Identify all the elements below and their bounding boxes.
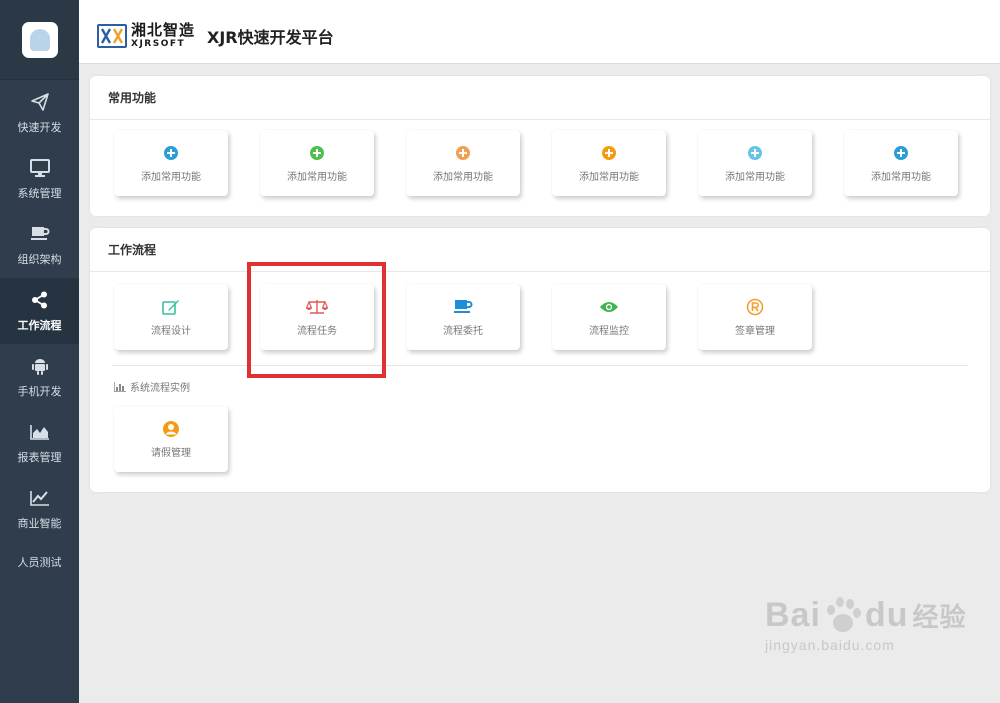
header: 湘北智造 XJRSOFT XJR快速开发平台 xyxy=(79,8,1000,64)
subsection-label: 系统流程实例 xyxy=(130,383,190,394)
sidebar-item-label: 人员测试 xyxy=(17,556,62,569)
sidebar-item-system[interactable]: 系统管理 xyxy=(0,146,79,212)
paper-plane-icon xyxy=(30,91,49,113)
coffee-cup-icon xyxy=(453,298,473,316)
tile-label: 添加常用功能 xyxy=(725,171,785,183)
tile-label: 签章管理 xyxy=(735,325,775,337)
add-icon xyxy=(310,145,324,160)
sidebar-item-reports[interactable]: 报表管理 xyxy=(0,410,79,476)
top-strip xyxy=(79,0,1000,8)
app-logo[interactable] xyxy=(21,21,58,58)
add-icon xyxy=(894,145,908,160)
sidebar-logo-area xyxy=(0,0,79,80)
add-icon xyxy=(164,145,178,160)
tile-label: 添加常用功能 xyxy=(287,171,347,183)
platform-title: XJR快速开发平台 xyxy=(207,27,334,47)
sidebar: 快速开发 系统管理 组织架构 工作流程 手机开发 报表管理 商业智能 人员测试 xyxy=(0,0,79,703)
add-icon xyxy=(602,145,616,160)
baidu-watermark: Bai du 经验 jingyan.baidu.com xyxy=(765,595,967,654)
brand-text: 湘北智造 XJRSOFT xyxy=(131,20,196,49)
workflow-panel: 工作流程 流程设计 流程任务 流程委托 流程监控 签章管理 系统流程实例 请假管… xyxy=(90,228,990,492)
add-common-function-button[interactable]: 添加常用功能 xyxy=(552,130,666,196)
add-common-function-button[interactable]: 添加常用功能 xyxy=(406,130,520,196)
bar-chart-icon xyxy=(114,381,126,392)
tile-label: 添加常用功能 xyxy=(579,171,639,183)
add-common-function-button[interactable]: 添加常用功能 xyxy=(260,130,374,196)
workflow-design-tile[interactable]: 流程设计 xyxy=(114,284,228,350)
panel-title: 工作流程 xyxy=(90,228,990,272)
watermark-url: jingyan.baidu.com xyxy=(765,637,895,653)
add-common-function-button[interactable]: 添加常用功能 xyxy=(698,130,812,196)
tile-label: 添加常用功能 xyxy=(871,171,931,183)
tile-label: 添加常用功能 xyxy=(141,171,201,183)
user-circle-icon xyxy=(162,420,180,438)
subsection-title: 系统流程实例 xyxy=(114,379,190,394)
signature-management-tile[interactable]: 签章管理 xyxy=(698,284,812,350)
brand-name-en: XJRSOFT xyxy=(131,38,186,49)
sidebar-item-org[interactable]: 组织架构 xyxy=(0,212,79,278)
common-functions-panel: 常用功能 添加常用功能 添加常用功能 添加常用功能 添加常用功能 添加常用功能 … xyxy=(90,76,990,216)
brand-logo-icon xyxy=(97,23,127,48)
tile-label: 流程委托 xyxy=(443,325,483,337)
workflow-monitor-tile[interactable]: 流程监控 xyxy=(552,284,666,350)
add-common-function-button[interactable]: 添加常用功能 xyxy=(844,130,958,196)
area-chart-icon xyxy=(29,421,50,443)
paw-icon xyxy=(823,595,863,635)
tile-label: 流程设计 xyxy=(151,325,191,337)
sidebar-item-label: 报表管理 xyxy=(17,451,62,464)
sidebar-item-label: 手机开发 xyxy=(17,385,62,398)
add-icon xyxy=(748,145,762,160)
sidebar-item-label: 组织架构 xyxy=(17,253,62,266)
sidebar-item-workflow[interactable]: 工作流程 xyxy=(0,278,79,344)
sidebar-item-label: 工作流程 xyxy=(17,319,62,332)
edit-icon xyxy=(162,298,180,316)
brand[interactable]: 湘北智造 XJRSOFT xyxy=(97,20,207,49)
sidebar-item-label: 系统管理 xyxy=(17,187,62,200)
sidebar-item-staff-test[interactable]: 人员测试 xyxy=(0,542,79,582)
add-icon xyxy=(456,145,470,160)
logo-mark-icon xyxy=(29,28,50,51)
brand-name-cn: 湘北智造 xyxy=(131,20,196,39)
panel-title: 常用功能 xyxy=(90,76,990,120)
sidebar-item-label: 快速开发 xyxy=(17,121,62,134)
section-divider xyxy=(112,365,968,366)
tile-label: 流程监控 xyxy=(589,325,629,337)
monitor-icon xyxy=(29,157,50,179)
eye-icon xyxy=(599,298,619,316)
sidebar-item-bi[interactable]: 商业智能 xyxy=(0,476,79,542)
android-icon xyxy=(31,355,48,377)
watermark-text: Bai xyxy=(765,595,821,634)
sidebar-item-label: 商业智能 xyxy=(17,517,62,530)
tile-label: 添加常用功能 xyxy=(433,171,493,183)
line-chart-icon xyxy=(29,487,50,509)
watermark-text: du xyxy=(864,595,909,634)
tile-label: 请假管理 xyxy=(151,447,191,459)
watermark-text: 经验 xyxy=(912,602,967,633)
leave-management-tile[interactable]: 请假管理 xyxy=(114,406,228,472)
add-common-function-button[interactable]: 添加常用功能 xyxy=(114,130,228,196)
sidebar-item-quick-dev[interactable]: 快速开发 xyxy=(0,80,79,146)
registered-icon xyxy=(746,298,764,316)
highlight-annotation xyxy=(247,262,386,378)
sidebar-item-mobile[interactable]: 手机开发 xyxy=(0,344,79,410)
workflow-delegate-tile[interactable]: 流程委托 xyxy=(406,284,520,350)
coffee-cup-icon xyxy=(30,223,50,245)
share-icon xyxy=(31,289,49,311)
